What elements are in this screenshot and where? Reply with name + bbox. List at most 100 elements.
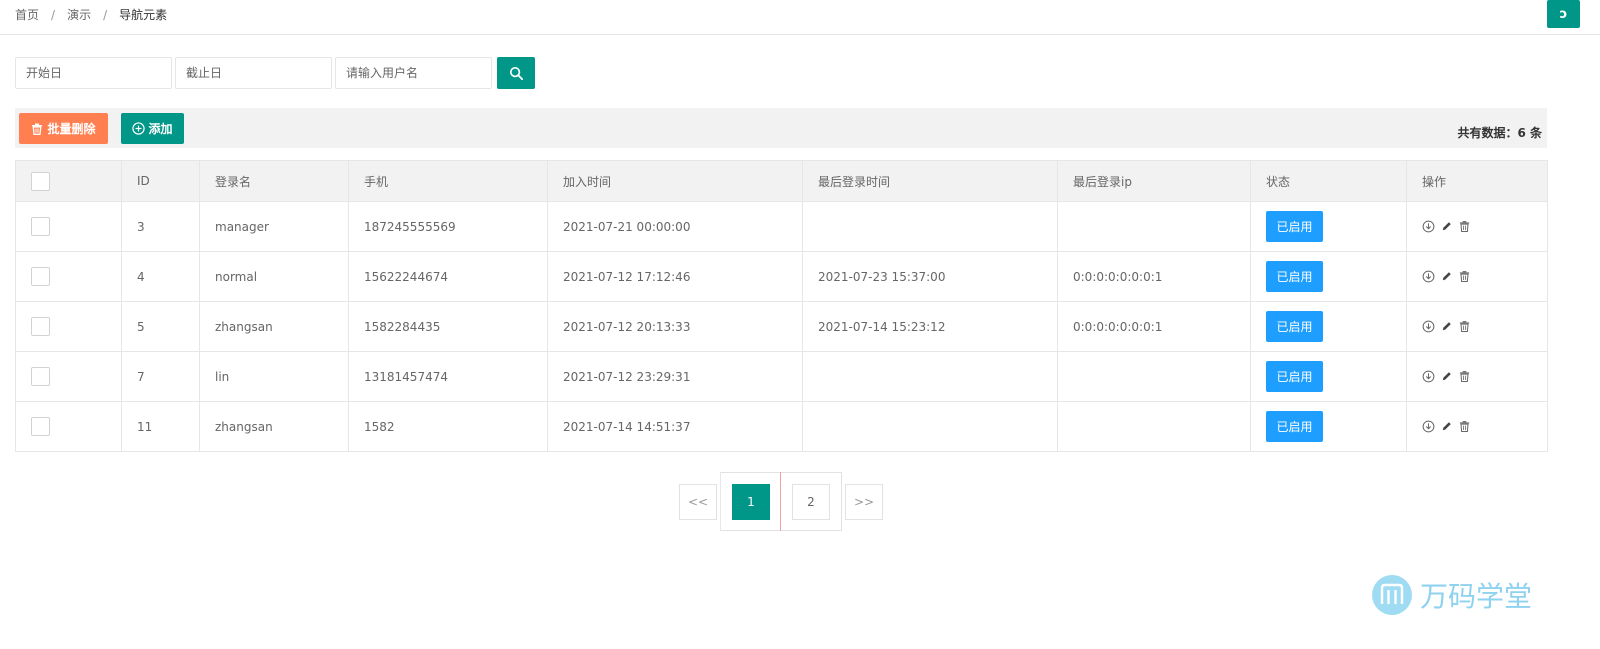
pagination-divider (780, 472, 781, 531)
total-count: 共有数据：6 条 (1457, 126, 1542, 140)
watermark: 万码学堂 (1372, 575, 1532, 615)
cell-id: 3 (121, 201, 200, 252)
search-button[interactable] (497, 57, 535, 89)
cell-last-login-time (802, 201, 1058, 252)
status-toggle-button[interactable]: 已启用 (1266, 411, 1323, 442)
cell-id: 4 (121, 251, 200, 302)
batch-delete-label: 批量删除 (47, 122, 96, 136)
watermark-text: 万码学堂 (1420, 580, 1533, 613)
row-select-cell (15, 251, 122, 302)
refresh-button[interactable]: ↄ (1547, 0, 1580, 28)
header-joined-time: 加入时间 (547, 160, 803, 202)
add-label: 添加 (148, 122, 173, 136)
delete-icon[interactable] (1458, 220, 1472, 234)
batch-delete-button[interactable]: 批量删除 (19, 113, 108, 144)
cell-joined-time: 2021-07-12 23:29:31 (547, 351, 803, 402)
cell-phone: 187245555569 (348, 201, 548, 252)
header-id: ID (121, 160, 200, 202)
row-checkbox[interactable] (31, 367, 50, 386)
cell-phone: 1582284435 (348, 301, 548, 352)
cell-joined-time: 2021-07-12 20:13:33 (547, 301, 803, 352)
watermark-logo-icon (1372, 575, 1412, 615)
cell-phone: 15622244674 (348, 251, 548, 302)
breadcrumb-separator: / (51, 8, 56, 22)
download-icon[interactable] (1422, 320, 1436, 334)
select-all-checkbox[interactable] (31, 171, 50, 191)
download-icon[interactable] (1422, 270, 1436, 284)
delete-icon[interactable] (1458, 420, 1472, 434)
cell-last-login-time: 2021-07-23 15:37:00 (802, 251, 1058, 302)
username-input[interactable] (335, 57, 492, 89)
cell-last-login-ip: 0:0:0:0:0:0:0:1 (1057, 301, 1251, 352)
pagination-page-1[interactable]: 1 (732, 484, 770, 520)
cell-actions (1406, 351, 1548, 402)
cell-status: 已启用 (1250, 201, 1407, 252)
cell-last-login-ip (1057, 201, 1251, 252)
table-toolbar: 批量删除 添加 共有数据：6 条 (15, 108, 1547, 148)
edit-icon[interactable] (1440, 320, 1454, 334)
row-select-cell (15, 401, 122, 452)
cell-joined-time: 2021-07-12 17:12:46 (547, 251, 803, 302)
edit-icon[interactable] (1440, 270, 1454, 284)
cell-joined-time: 2021-07-21 00:00:00 (547, 201, 803, 252)
row-checkbox[interactable] (31, 267, 50, 286)
add-button[interactable]: 添加 (121, 113, 184, 144)
delete-icon[interactable] (1458, 270, 1472, 284)
header-phone: 手机 (348, 160, 548, 202)
cell-login-name: zhangsan (199, 301, 349, 352)
cell-id: 5 (121, 301, 200, 352)
breadcrumb-separator: / (103, 8, 108, 22)
table-row: 7 lin 13181457474 2021-07-12 23:29:31 已启用 (15, 351, 1548, 402)
cell-last-login-ip (1057, 401, 1251, 452)
breadcrumb-home[interactable]: 首页 (15, 8, 39, 22)
top-bar: 首页 / 演示 / 导航元素 ↄ (0, 0, 1600, 35)
download-icon[interactable] (1422, 420, 1436, 434)
pagination-prev[interactable]: << (679, 484, 717, 520)
status-toggle-button[interactable]: 已启用 (1266, 311, 1323, 342)
user-table: ID 登录名 手机 加入时间 最后登录时间 最后登录ip 状态 操作 3 mana… (15, 160, 1548, 452)
edit-icon[interactable] (1440, 220, 1454, 234)
table-row: 4 normal 15622244674 2021-07-12 17:12:46 202… (15, 251, 1548, 302)
cell-last-login-time: 2021-07-14 15:23:12 (802, 301, 1058, 352)
cell-status: 已启用 (1250, 351, 1407, 402)
status-toggle-button[interactable]: 已启用 (1266, 211, 1323, 242)
cell-id: 7 (121, 351, 200, 402)
edit-icon[interactable] (1440, 370, 1454, 384)
header-last-login-ip: 最后登录ip (1057, 160, 1251, 202)
edit-icon[interactable] (1440, 420, 1454, 434)
cell-status: 已启用 (1250, 301, 1407, 352)
row-checkbox[interactable] (31, 317, 50, 336)
cell-login-name: zhangsan (199, 401, 349, 452)
pagination-page-2[interactable]: 2 (792, 484, 830, 520)
refresh-icon: ↄ (1559, 6, 1568, 22)
table-header-row: ID 登录名 手机 加入时间 最后登录时间 最后登录ip 状态 操作 (15, 160, 1548, 202)
row-checkbox[interactable] (31, 417, 50, 436)
cell-status: 已启用 (1250, 251, 1407, 302)
cell-actions (1406, 251, 1548, 302)
status-toggle-button[interactable]: 已启用 (1266, 261, 1323, 292)
cell-login-name: normal (199, 251, 349, 302)
cell-last-login-ip (1057, 351, 1251, 402)
row-select-cell (15, 201, 122, 252)
cell-login-name: manager (199, 201, 349, 252)
download-icon[interactable] (1422, 220, 1436, 234)
cell-last-login-time (802, 351, 1058, 402)
cell-actions (1406, 401, 1548, 452)
end-date-input[interactable] (175, 57, 332, 89)
pagination-next[interactable]: >> (845, 484, 883, 520)
table-row: 5 zhangsan 1582284435 2021-07-12 20:13:33 20… (15, 301, 1548, 352)
table-body: 3 manager 187245555569 2021-07-21 00:00:00 已… (15, 201, 1548, 452)
cell-login-name: lin (199, 351, 349, 402)
cell-phone: 13181457474 (348, 351, 548, 402)
delete-icon[interactable] (1458, 370, 1472, 384)
cell-id: 11 (121, 401, 200, 452)
start-date-input[interactable] (15, 57, 172, 89)
download-icon[interactable] (1422, 370, 1436, 384)
cell-actions (1406, 301, 1548, 352)
delete-icon[interactable] (1458, 320, 1472, 334)
row-checkbox[interactable] (31, 217, 50, 236)
breadcrumb-demo[interactable]: 演示 (67, 8, 91, 22)
header-status: 状态 (1250, 160, 1407, 202)
status-toggle-button[interactable]: 已启用 (1266, 361, 1323, 392)
breadcrumb: 首页 / 演示 / 导航元素 (15, 6, 167, 23)
